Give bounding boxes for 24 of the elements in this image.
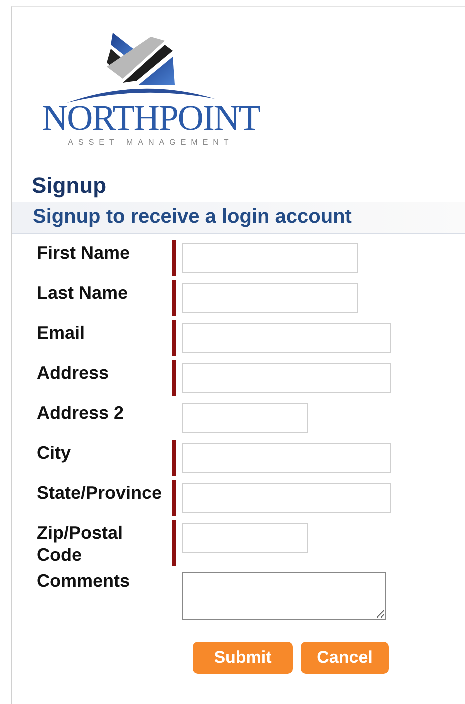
- input-field[interactable]: [182, 443, 391, 473]
- action-button[interactable]: Cancel: [301, 642, 389, 674]
- field-label: State/Province: [37, 482, 164, 504]
- logo-wordmark: NORTHPOINT: [42, 100, 260, 136]
- field-label: Email: [37, 322, 86, 344]
- page-title: Signup: [32, 175, 107, 197]
- field-label: Address: [37, 362, 110, 384]
- input-field[interactable]: [182, 283, 358, 313]
- input-field[interactable]: [182, 243, 358, 273]
- field-label: City: [37, 442, 72, 464]
- input-field[interactable]: [182, 523, 308, 553]
- input-field[interactable]: [182, 403, 308, 433]
- input-field[interactable]: [182, 483, 391, 513]
- field-label: Zip/Postal Code: [37, 522, 124, 566]
- field-label: Address 2: [37, 402, 126, 424]
- section-header: Signup to receive a login account: [12, 202, 465, 234]
- logo-tagline: ASSET MANAGEMENT: [68, 137, 234, 149]
- input-field[interactable]: [182, 323, 391, 353]
- input-field[interactable]: [182, 363, 391, 393]
- action-button[interactable]: Submit: [193, 642, 293, 674]
- field-label: First Name: [37, 242, 132, 264]
- field-label: Comments: [37, 570, 132, 592]
- field-label: Last Name: [37, 282, 130, 304]
- comments-textarea[interactable]: [182, 572, 386, 620]
